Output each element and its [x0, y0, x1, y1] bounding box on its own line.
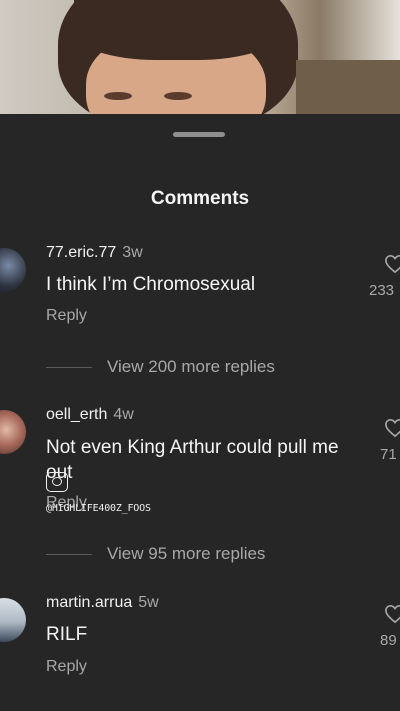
instagram-icon	[46, 472, 68, 492]
avatar[interactable]	[0, 598, 26, 642]
comment-time: 4w	[113, 406, 134, 423]
reply-button[interactable]: Reply	[46, 658, 87, 676]
comment-text-line-1: Not even King Arthur could pull me	[46, 437, 339, 458]
comment-meta: oell_erth 4w	[46, 406, 134, 424]
comment-meta: 77.eric.77 3w	[46, 244, 143, 262]
heart-outline-icon[interactable]	[384, 418, 400, 438]
video-preview	[0, 0, 400, 114]
view-more-replies-label: View 95 more replies	[107, 544, 266, 563]
comment-time: 3w	[122, 244, 143, 261]
avatar[interactable]	[0, 410, 26, 454]
comment-meta: martin.arrua 5w	[46, 594, 159, 612]
reply-button[interactable]: Reply	[46, 307, 87, 325]
comment-time: 5w	[138, 594, 159, 611]
comment-username[interactable]: oell_erth	[46, 406, 107, 423]
like-count: 89	[380, 632, 397, 649]
divider-line	[46, 367, 92, 368]
view-more-replies-label: View 200 more replies	[107, 357, 275, 376]
like-count: 233	[369, 282, 395, 299]
like-count: 71	[380, 446, 397, 463]
video-background-shelf	[296, 60, 400, 114]
heart-outline-icon[interactable]	[384, 254, 400, 274]
divider-line	[46, 554, 92, 555]
comment-username[interactable]: 77.eric.77	[46, 244, 116, 261]
comment-username[interactable]: martin.arrua	[46, 594, 132, 611]
video-bangs	[74, 0, 280, 60]
comments-sheet: Comments 77.eric.77 3w I think I’m Chromo…	[0, 114, 400, 711]
comment-text: RILF	[46, 624, 88, 645]
video-eye-left	[104, 92, 132, 100]
video-eye-right	[164, 92, 192, 100]
drag-handle[interactable]	[173, 132, 225, 137]
sheet-title: Comments	[150, 188, 250, 209]
avatar[interactable]	[0, 248, 26, 292]
watermark: @HIGHLIFE400Z_FOOS	[46, 503, 151, 514]
heart-outline-icon[interactable]	[384, 604, 400, 624]
comment-text: I think I’m Chromosexual	[46, 274, 256, 295]
